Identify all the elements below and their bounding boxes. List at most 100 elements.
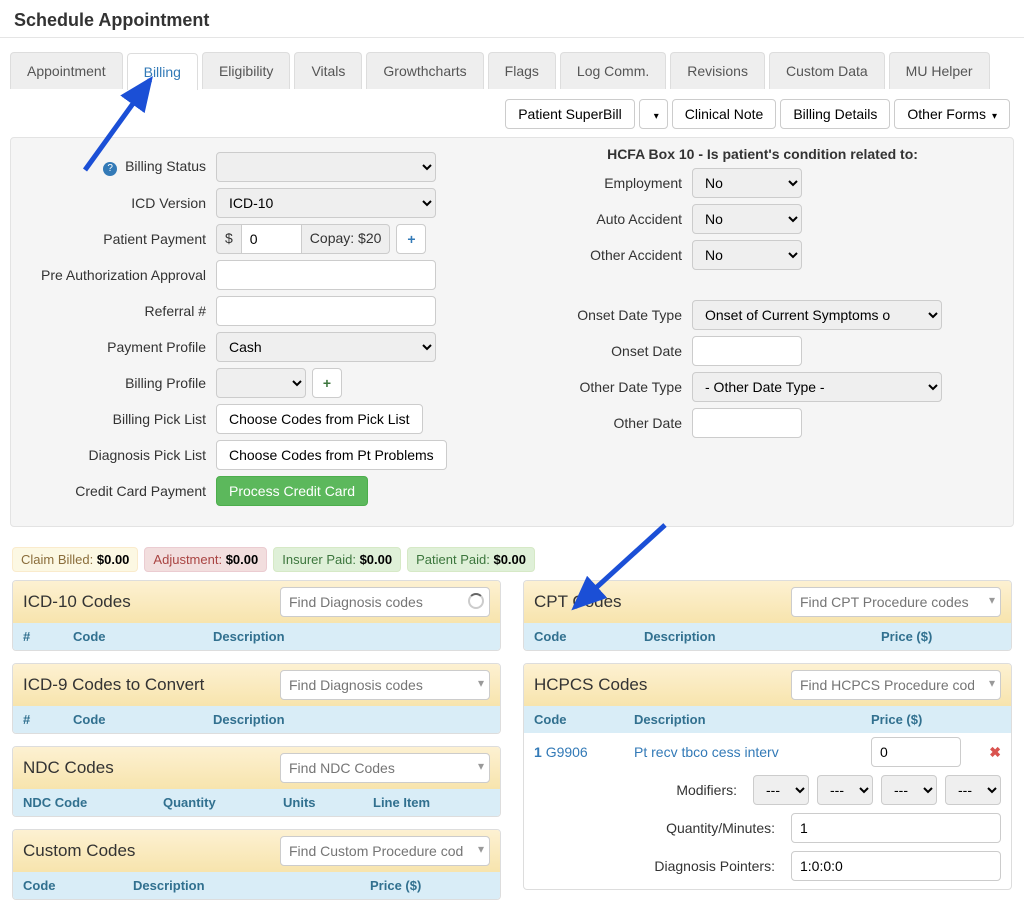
page-title: Schedule Appointment [0, 0, 1024, 38]
auto-accident-label: Auto Accident [522, 211, 692, 227]
insurer-paid-badge: Insurer Paid: $0.00 [273, 547, 401, 572]
claim-billed-badge: Claim Billed: $0.00 [12, 547, 138, 572]
other-date-input[interactable] [692, 408, 802, 438]
icd-version-label: ICD Version [21, 195, 216, 211]
auto-accident-select[interactable]: No [692, 204, 802, 234]
billing-pick-list-label: Billing Pick List [21, 411, 216, 427]
cpt-title: CPT Codes [534, 592, 791, 612]
onset-date-label: Onset Date [522, 343, 692, 359]
other-date-type-select[interactable]: - Other Date Type - [692, 372, 942, 402]
other-forms-dropdown[interactable]: Other Forms [894, 99, 1010, 129]
cpt-headers: Code Description Price ($) [524, 623, 1011, 650]
hcpcs-title: HCPCS Codes [534, 675, 791, 695]
diagnosis-pick-list-label: Diagnosis Pick List [21, 447, 216, 463]
diagnosis-pick-list-button[interactable]: Choose Codes from Pt Problems [216, 440, 447, 470]
patient-superbill-button[interactable]: Patient SuperBill [505, 99, 635, 129]
payment-profile-label: Payment Profile [21, 339, 216, 355]
tab-appointment[interactable]: Appointment [10, 52, 123, 89]
cpt-search-input[interactable] [791, 587, 1001, 617]
icd-version-select[interactable]: ICD-10 [216, 188, 436, 218]
modifier-2-select[interactable]: --- [817, 775, 873, 805]
currency-prefix: $ [216, 224, 242, 254]
tab-eligibility[interactable]: Eligibility [202, 52, 290, 89]
patient-paid-badge: Patient Paid: $0.00 [407, 547, 535, 572]
icd10-headers: # Code Description [13, 623, 500, 650]
tab-billing[interactable]: Billing [127, 53, 198, 90]
patient-payment-input[interactable] [242, 224, 302, 254]
custom-panel: Custom Codes ▾ Code Description Price ($… [12, 829, 501, 900]
onset-date-input[interactable] [692, 336, 802, 366]
billing-profile-select[interactable] [216, 368, 306, 398]
summary-badges: Claim Billed: $0.00 Adjustment: $0.00 In… [0, 527, 1024, 580]
hcpcs-row: 1 G9906 Pt recv tbco cess interv ✖ [524, 733, 1011, 771]
tab-logcomm[interactable]: Log Comm. [560, 52, 666, 89]
add-billing-profile-button[interactable]: + [312, 368, 342, 398]
clinical-note-button[interactable]: Clinical Note [672, 99, 777, 129]
loading-spinner-icon [468, 593, 484, 609]
icd10-title: ICD-10 Codes [23, 592, 280, 612]
ndc-search-input[interactable] [280, 753, 490, 783]
custom-headers: Code Description Price ($) [13, 872, 500, 899]
help-icon[interactable]: ? [103, 162, 117, 176]
payment-profile-select[interactable]: Cash [216, 332, 436, 362]
billing-profile-label: Billing Profile [21, 375, 216, 391]
delete-row-icon[interactable]: ✖ [961, 744, 1001, 761]
hcpcs-panel: HCPCS Codes ▾ Code Description Price ($)… [523, 663, 1012, 890]
billing-form-panel: ? Billing Status ICD Version ICD-10 Pati… [10, 137, 1014, 527]
billing-pick-list-button[interactable]: Choose Codes from Pick List [216, 404, 423, 434]
icd9-headers: # Code Description [13, 706, 500, 733]
tab-muhelper[interactable]: MU Helper [889, 52, 990, 89]
icd9-panel: ICD-9 Codes to Convert ▾ # Code Descript… [12, 663, 501, 734]
ndc-headers: NDC Code Quantity Units Line Item [13, 789, 500, 816]
billing-details-button[interactable]: Billing Details [780, 99, 890, 129]
tab-vitals[interactable]: Vitals [294, 52, 362, 89]
hcpcs-code-link[interactable]: G9906 [546, 744, 588, 760]
tab-customdata[interactable]: Custom Data [769, 52, 885, 89]
cpt-panel: CPT Codes ▾ Code Description Price ($) [523, 580, 1012, 651]
other-accident-select[interactable]: No [692, 240, 802, 270]
tab-bar: Appointment Billing Eligibility Vitals G… [0, 38, 1024, 89]
hcpcs-row-index: 1 [534, 744, 542, 760]
process-credit-card-button[interactable]: Process Credit Card [216, 476, 368, 506]
icd9-title: ICD-9 Codes to Convert [23, 675, 280, 695]
hcpcs-desc-link[interactable]: Pt recv tbco cess interv [634, 744, 871, 760]
other-accident-label: Other Accident [522, 247, 692, 263]
pre-auth-label: Pre Authorization Approval [21, 267, 216, 283]
modifiers-label: Modifiers: [575, 782, 745, 798]
icd9-search-input[interactable] [280, 670, 490, 700]
ndc-title: NDC Codes [23, 758, 280, 778]
tab-growthcharts[interactable]: Growthcharts [366, 52, 483, 89]
custom-title: Custom Codes [23, 841, 280, 861]
quantity-label: Quantity/Minutes: [613, 820, 783, 836]
adjustment-badge: Adjustment: $0.00 [144, 547, 267, 572]
other-date-type-label: Other Date Type [522, 379, 692, 395]
patient-superbill-dropdown[interactable] [639, 99, 668, 129]
hcpcs-price-input[interactable] [871, 737, 961, 767]
icd10-panel: ICD-10 Codes # Code Description [12, 580, 501, 651]
add-payment-button[interactable]: + [396, 224, 426, 254]
modifier-1-select[interactable]: --- [753, 775, 809, 805]
tab-flags[interactable]: Flags [488, 52, 556, 89]
diagnosis-pointers-input[interactable] [791, 851, 1001, 881]
other-date-label: Other Date [522, 415, 692, 431]
hcfa-title: HCFA Box 10 - Is patient's condition rel… [522, 146, 1003, 162]
pre-auth-input[interactable] [216, 260, 436, 290]
employment-select[interactable]: No [692, 168, 802, 198]
modifier-4-select[interactable]: --- [945, 775, 1001, 805]
billing-status-select[interactable] [216, 152, 436, 182]
modifier-3-select[interactable]: --- [881, 775, 937, 805]
onset-date-type-select[interactable]: Onset of Current Symptoms o [692, 300, 942, 330]
cc-payment-label: Credit Card Payment [21, 483, 216, 499]
referral-label: Referral # [21, 303, 216, 319]
billing-status-label: Billing Status [125, 158, 206, 174]
hcpcs-search-input[interactable] [791, 670, 1001, 700]
onset-date-type-label: Onset Date Type [522, 307, 692, 323]
employment-label: Employment [522, 175, 692, 191]
quantity-input[interactable] [791, 813, 1001, 843]
tab-revisions[interactable]: Revisions [670, 52, 765, 89]
icd10-search-input[interactable] [280, 587, 490, 617]
diagnosis-pointers-label: Diagnosis Pointers: [613, 858, 783, 874]
referral-input[interactable] [216, 296, 436, 326]
copay-addon: Copay: $20 [302, 224, 391, 254]
ndc-panel: NDC Codes ▾ NDC Code Quantity Units Line… [12, 746, 501, 817]
